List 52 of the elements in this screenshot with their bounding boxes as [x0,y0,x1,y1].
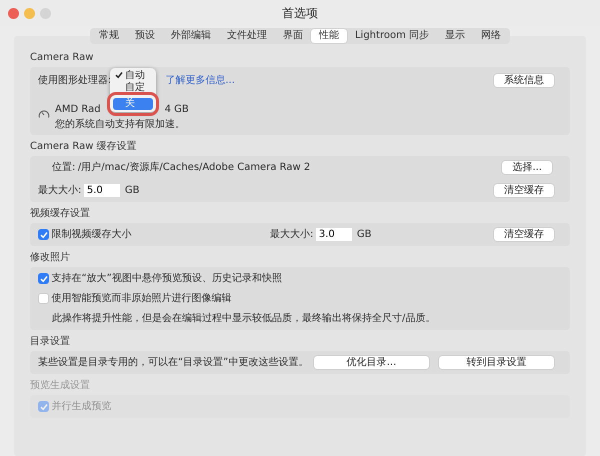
tab[interactable]: 显示 [437,29,473,43]
field-label: 最大大小: [270,228,314,242]
clear-cache-button[interactable]: 清空缓存 [494,228,554,241]
menu-item[interactable]: 自动 [113,70,153,82]
gpu-name: AMD Rad [55,103,101,117]
catalog-button[interactable]: 转到目录设置 [439,356,554,369]
tab[interactable]: 常规 [90,29,127,43]
tab[interactable]: 性能 [310,29,347,43]
checkbox-label: 支持在“放大”视图中悬停预览预设、历史记录和快照 [52,272,282,286]
section-heading: Camera Raw 缓存设置 [30,141,138,153]
gpu-memory: 4 GB [164,103,189,117]
checkbox[interactable] [38,229,49,240]
field-label: 最大大小: [38,184,82,198]
clear-cache-button[interactable]: 清空缓存 [494,184,554,197]
minimize-icon[interactable] [24,8,35,19]
cache-path: /用户/mac/资源库/Caches/Adobe Camera Raw 2 [78,160,310,175]
checkmark-icon [115,71,123,80]
tab[interactable]: 文件处理 [218,29,275,43]
field-label: 位置: [52,160,76,175]
checkbox[interactable] [38,273,49,284]
system-info-button[interactable]: 系统信息 [494,74,554,87]
tab[interactable]: 外部编辑 [162,29,219,43]
size-field[interactable]: 5.0 [84,184,120,197]
menu-item[interactable]: 关 [113,98,153,110]
section-heading: 预览生成设置 [30,380,91,392]
close-icon[interactable] [8,8,19,19]
size-field[interactable]: 3.0 [316,228,352,241]
section-heading: 目录设置 [30,336,71,348]
section-heading: 修改照片 [30,252,71,264]
section-heading: Camera Raw [30,52,94,64]
checkbox-label: 并行生成预览 [52,400,112,414]
checkbox[interactable] [38,401,49,412]
field-label: 使用图形处理器: [38,74,112,88]
unit-label: GB [356,228,372,242]
checkbox-label: 使用智能预览而非原始照片进行图像编辑 [52,292,232,306]
unit-label: GB [124,184,140,198]
checkbox-label: 限制视频缓存大小 [52,228,132,242]
performance-note: 此操作将提升性能，但是会在编辑过程中显示较低品质，最终输出将保持全尺寸/品质。 [51,312,436,326]
checkbox[interactable] [38,293,49,304]
catalog-button[interactable]: 优化目录... [314,356,429,369]
tab[interactable]: Lightroom 同步 [346,29,437,43]
menu-item[interactable]: 自定 [113,82,153,94]
choose-button[interactable]: 选择... [502,161,552,174]
section-heading: 视频缓存设置 [30,208,91,220]
tab[interactable]: 预设 [126,29,163,43]
catalog-note: 某些设置是目录专用的，可以在“目录设置”中更改这些设置。 [38,356,308,370]
learn-more-link[interactable]: 了解更多信息... [165,73,235,88]
window-title: 首选项 [282,5,318,22]
gauge-icon [38,108,50,119]
tab[interactable]: 界面 [274,29,311,43]
acceleration-note: 您的系统自动支持有限加速。 [55,118,186,132]
tab[interactable]: 网络 [473,29,509,43]
